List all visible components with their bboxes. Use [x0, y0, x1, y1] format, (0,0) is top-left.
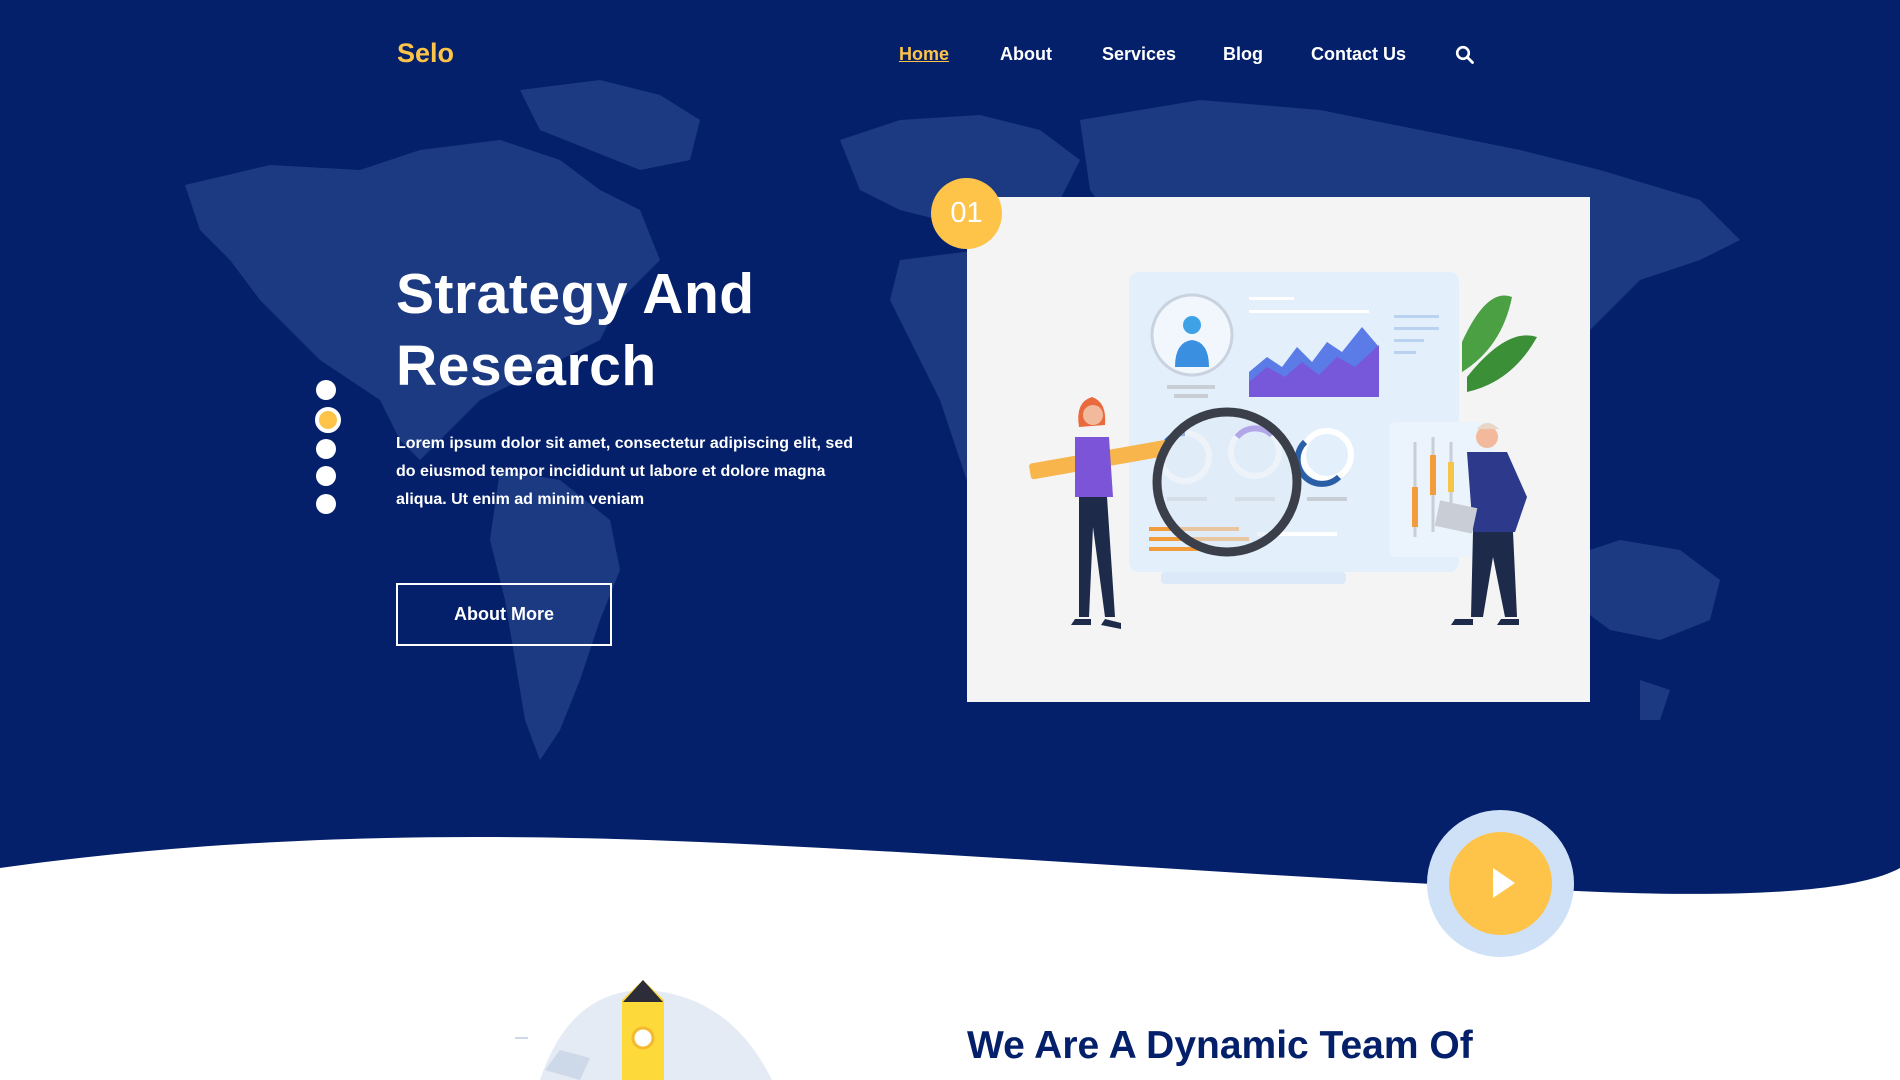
nav-item-home[interactable]: Home: [899, 44, 949, 65]
hero-title-line-1: Strategy And: [396, 262, 755, 326]
about-more-button[interactable]: About More: [396, 583, 612, 646]
slider-dot-5[interactable]: [316, 494, 336, 514]
slider-dot-4[interactable]: [316, 466, 336, 486]
rocket-illustration: [515, 980, 772, 1080]
search-icon[interactable]: [1455, 45, 1475, 65]
nav-item-contact-us[interactable]: Contact Us: [1311, 44, 1406, 65]
hero-section: Selo Home About Services Blog Contact Us…: [0, 0, 1900, 1080]
strategy-illustration: [1029, 272, 1537, 629]
slider-dot-2[interactable]: [315, 407, 341, 433]
hero-description: Lorem ipsum dolor sit amet, consectetur …: [396, 435, 853, 508]
nav-item-services[interactable]: Services: [1102, 44, 1176, 65]
hero-title: Strategy And Research: [396, 258, 916, 402]
slider-dot-1[interactable]: [316, 380, 336, 400]
play-icon[interactable]: [1491, 866, 1517, 900]
slider-dot-3[interactable]: [316, 439, 336, 459]
brand-logo[interactable]: Selo: [397, 38, 454, 69]
section-wave: [0, 837, 1900, 1080]
hero-illustration-card: [967, 197, 1590, 702]
hero-title-line-2: Research: [396, 334, 657, 398]
nav-item-about[interactable]: About: [1000, 44, 1052, 65]
nav-item-blog[interactable]: Blog: [1223, 44, 1263, 65]
about-section-title: We Are A Dynamic Team Of: [967, 1024, 1473, 1067]
slide-number-badge: 01: [931, 178, 1002, 249]
